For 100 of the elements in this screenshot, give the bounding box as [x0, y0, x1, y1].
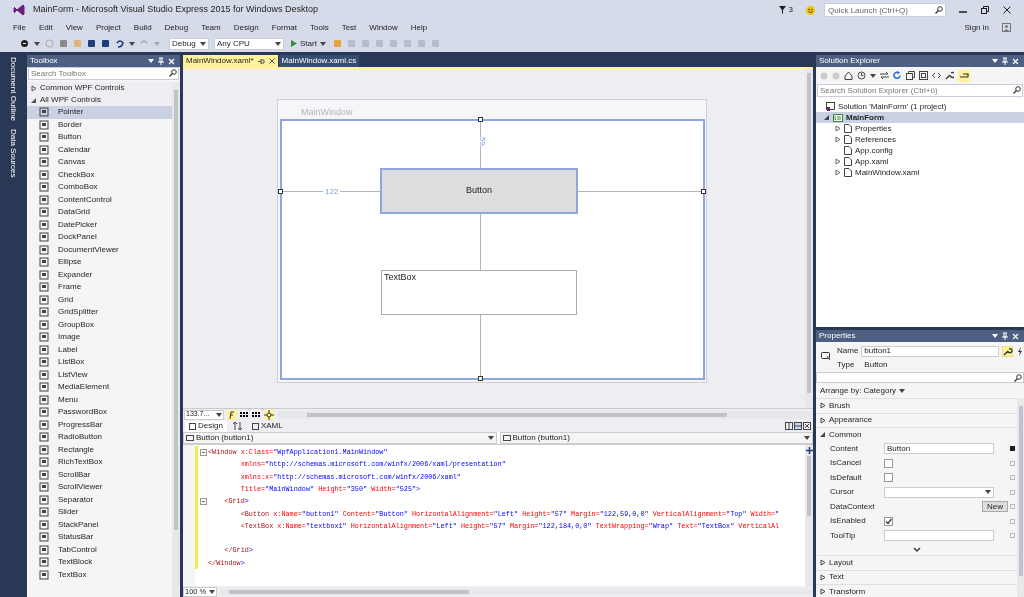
snap-icon[interactable]	[264, 409, 274, 420]
scrollbar[interactable]	[1017, 398, 1024, 597]
view-tab[interactable]: XAML	[247, 420, 287, 432]
toolbox-item[interactable]: GridSplitter	[27, 306, 172, 319]
tree-item[interactable]: App.xaml	[816, 156, 1024, 167]
side-tab[interactable]: Data Sources	[6, 129, 19, 178]
menubar-entry[interactable]: Project	[95, 21, 121, 34]
code-icon[interactable]	[932, 71, 941, 80]
chevron-down-icon[interactable]	[912, 546, 921, 552]
caret-icon[interactable]	[899, 388, 906, 393]
search-icon[interactable]	[169, 69, 177, 77]
horizontal-scrollbar[interactable]	[221, 588, 813, 595]
undo-icon[interactable]	[115, 39, 124, 48]
toolbox-group[interactable]: Common WPF Controls	[27, 82, 172, 94]
menubar-entry[interactable]: Format	[271, 21, 297, 34]
collapse-icon[interactable]	[906, 71, 915, 80]
property-text-field[interactable]	[884, 530, 994, 542]
toolbox-item[interactable]: ListView	[27, 368, 172, 381]
events-icon[interactable]	[1016, 345, 1024, 357]
caret-icon[interactable]	[487, 436, 494, 440]
property-category[interactable]: Brush	[816, 398, 1017, 413]
collapsed-arrow-icon[interactable]	[834, 158, 841, 165]
tree-item[interactable]: MainForm	[816, 112, 1024, 123]
close-icon[interactable]	[1003, 6, 1011, 14]
menubar-entry[interactable]: Edit	[38, 21, 53, 34]
menubar-entry[interactable]: Window	[369, 21, 398, 34]
toolbox-item[interactable]: CheckBox	[27, 168, 172, 181]
refresh-icon[interactable]	[893, 71, 902, 80]
fold-icon[interactable]	[199, 448, 207, 456]
new-button[interactable]: New	[982, 501, 1008, 513]
designer-button[interactable]: Button	[380, 168, 578, 214]
collapsed-arrow-icon[interactable]	[834, 136, 841, 143]
collapsed-arrow-icon[interactable]	[834, 125, 841, 132]
toolbox-item[interactable]: Grid	[27, 293, 172, 306]
toolbox-item[interactable]: PasswordBox	[27, 406, 172, 419]
property-marker[interactable]	[1010, 489, 1015, 495]
tree-item[interactable]: App.config	[816, 145, 1024, 156]
collapsed-arrow-icon[interactable]	[819, 559, 826, 567]
caret-icon[interactable]	[34, 41, 40, 46]
property-category[interactable]: Common	[816, 427, 1017, 442]
document-tab[interactable]: MainWindow.xaml.cs	[278, 55, 360, 67]
property-category[interactable]: Appearance	[816, 412, 1017, 427]
element-dropdown[interactable]: Button (button1)	[183, 432, 497, 444]
pin-icon[interactable]	[257, 57, 265, 65]
collapse-pane-icon[interactable]	[803, 422, 811, 430]
toolbox-item[interactable]: Border	[27, 118, 172, 131]
property-marker[interactable]	[1010, 460, 1015, 466]
scrollbar[interactable]	[805, 445, 813, 586]
toolbox-item[interactable]: ComboBox	[27, 181, 172, 194]
split-vertical-icon[interactable]	[785, 422, 793, 430]
property-category[interactable]: Layout	[816, 555, 1017, 570]
property-marker[interactable]	[1010, 446, 1015, 452]
configuration-dropdown[interactable]: Debug	[169, 37, 209, 50]
files-icon[interactable]	[919, 71, 928, 80]
toolbox-item[interactable]: Frame	[27, 281, 172, 294]
smiley-icon[interactable]	[806, 5, 815, 15]
toolbox-item[interactable]: RichTextBox	[27, 456, 172, 469]
menubar-entry[interactable]: Test	[341, 21, 357, 34]
toolbox-item[interactable]: DatePicker	[27, 218, 172, 231]
caret-icon[interactable]	[216, 412, 222, 417]
search-icon[interactable]	[1014, 373, 1022, 382]
resize-handle[interactable]	[478, 376, 483, 381]
sign-in-link[interactable]: Sign in	[964, 21, 989, 34]
home-icon[interactable]	[844, 71, 853, 80]
toolbox-item[interactable]: DockPanel	[27, 231, 172, 244]
history-icon[interactable]	[857, 71, 866, 80]
toolbox-item[interactable]: Calendar	[27, 143, 172, 156]
quick-launch-field[interactable]: Quick Launch (Ctrl+Q)	[824, 3, 946, 17]
dropdown-icon[interactable]	[992, 59, 998, 63]
scrollbar[interactable]	[805, 69, 813, 408]
resize-handle[interactable]	[701, 189, 706, 194]
toolbox-item[interactable]: RadioButton	[27, 431, 172, 444]
property-category[interactable]: Text	[816, 569, 1017, 584]
toolbox-item[interactable]: Slider	[27, 506, 172, 519]
menubar-entry[interactable]: Build	[133, 21, 152, 34]
grid-icon[interactable]	[252, 411, 261, 418]
document-tab[interactable]: MainWindow.xaml*	[183, 55, 278, 67]
expanded-arrow-icon[interactable]	[823, 114, 830, 121]
scrollbar[interactable]	[172, 82, 180, 597]
toolbox-item[interactable]: Button	[27, 131, 172, 144]
toolbox-item[interactable]: Rectangle	[27, 443, 172, 456]
property-search-field[interactable]	[816, 372, 1024, 383]
toolbox-item[interactable]: Menu	[27, 393, 172, 406]
collapsed-arrow-icon[interactable]	[834, 169, 841, 176]
designer-textbox[interactable]: TextBox	[381, 270, 577, 315]
toolbox-item[interactable]: Pointer	[27, 106, 172, 119]
back-icon[interactable]	[20, 39, 29, 48]
toolbox-item[interactable]: TabControl	[27, 543, 172, 556]
menubar-entry[interactable]: View	[65, 21, 83, 34]
solution-search-field[interactable]: Search Solution Explorer (Ctrl+ü)	[817, 84, 1023, 97]
menubar-entry[interactable]: Help	[410, 21, 428, 34]
search-icon[interactable]	[1013, 86, 1021, 94]
menubar-entry[interactable]: Debug	[164, 21, 189, 34]
collapsed-arrow-icon[interactable]	[819, 573, 826, 581]
toolbox-item[interactable]: GroupBox	[27, 318, 172, 331]
pin-icon[interactable]	[958, 69, 970, 82]
checkbox[interactable]	[884, 473, 893, 483]
toolbox-item[interactable]: TextBlock	[27, 556, 172, 569]
toolbox-item[interactable]: Image	[27, 331, 172, 344]
toolbox-search-field[interactable]: Search Toolbox	[28, 67, 179, 80]
